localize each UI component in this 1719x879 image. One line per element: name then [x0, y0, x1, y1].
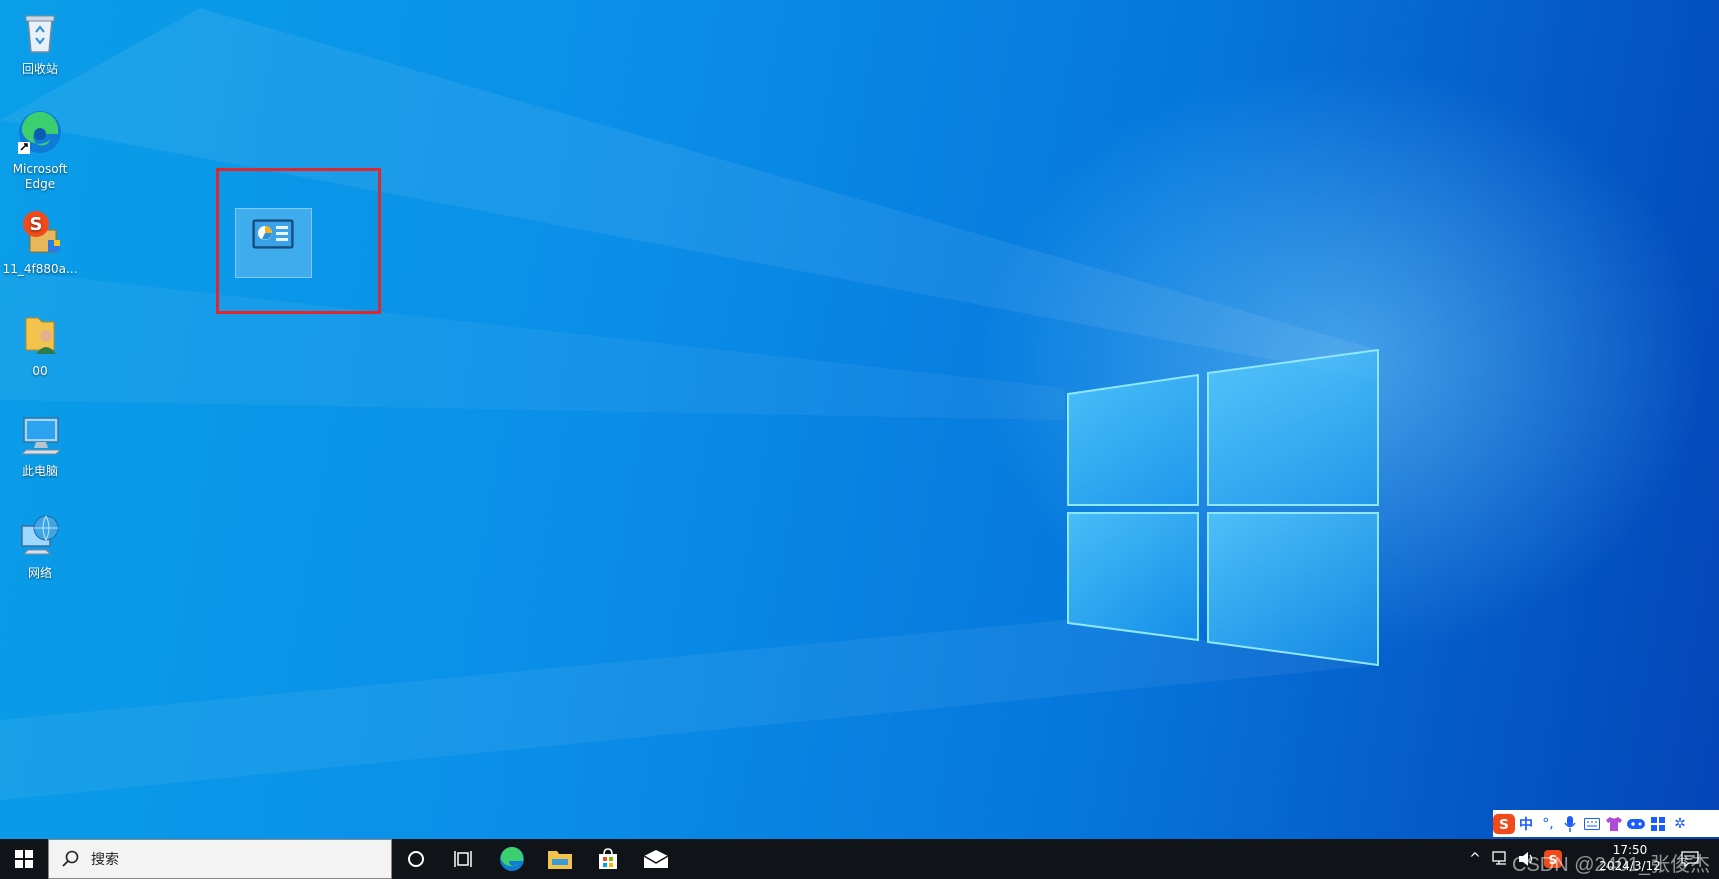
desktop-icon-sogou-installer[interactable]: S 11_4f880a...	[1, 208, 79, 277]
clock-date: 2024/3/12	[1599, 859, 1661, 873]
recycle-bin-icon	[25, 15, 55, 53]
ime-mode-toggle[interactable]: 中	[1515, 813, 1537, 835]
desktop-icon-this-pc[interactable]: 此电脑	[1, 410, 79, 479]
tray-network-button[interactable]	[1488, 839, 1514, 879]
desktop-icon-label: 此电脑	[21, 464, 58, 478]
desktop-icon-label: 11_4f880a...	[2, 262, 78, 276]
notifications-button[interactable]	[1670, 839, 1710, 879]
user-folder-icon	[25, 317, 56, 354]
settings-gear-icon[interactable]: ✲	[1669, 813, 1691, 835]
svg-text:S: S	[1499, 817, 1509, 833]
svg-text:S: S	[30, 214, 43, 235]
edge-icon	[500, 846, 524, 871]
desktop-icon-user-folder[interactable]: 00	[1, 310, 79, 379]
desktop: 回收站 Microsoft Edge S 11_4f880a... 00 此电脑…	[0, 0, 1719, 839]
punctuation-icon[interactable]: °,	[1537, 813, 1559, 835]
desktop-icon-recycle-bin[interactable]: 回收站	[1, 8, 79, 77]
sogou-installer-icon: S	[23, 211, 60, 253]
taskbar-clock[interactable]: 17:50 2024/3/12	[1590, 842, 1670, 874]
clock-time: 17:50	[1612, 843, 1648, 857]
store-icon	[599, 848, 617, 869]
desktop-icon-edge[interactable]: Microsoft Edge	[1, 108, 79, 192]
taskbar-file-explorer-button[interactable]	[536, 839, 584, 879]
wallpaper-logo-pane	[1067, 512, 1199, 642]
cortana-icon	[408, 851, 424, 867]
selected-desktop-icon[interactable]	[235, 208, 312, 278]
task-view-button[interactable]	[440, 839, 488, 879]
taskbar-store-button[interactable]	[584, 839, 632, 879]
file-explorer-icon	[548, 851, 572, 869]
windows-logo-icon	[15, 850, 33, 868]
gamepad-icon[interactable]	[1625, 813, 1647, 835]
show-hidden-icons-chevron[interactable]: ^	[1462, 839, 1488, 879]
keyboard-icon[interactable]	[1581, 813, 1603, 835]
sogou-logo-icon[interactable]: S	[1493, 813, 1515, 835]
toolbox-grid-icon[interactable]	[1647, 813, 1669, 835]
desktop-icon-label: 网络	[27, 566, 52, 580]
microphone-icon[interactable]	[1559, 813, 1581, 835]
skin-shirt-icon[interactable]	[1603, 813, 1625, 835]
cortana-button[interactable]	[392, 839, 440, 879]
edge-icon	[18, 111, 61, 154]
wallpaper-logo-pane	[1067, 373, 1199, 506]
mail-icon	[644, 850, 668, 868]
desktop-icon-network[interactable]: 网络	[1, 512, 79, 581]
notification-icon	[1681, 851, 1699, 867]
desktop-icon-label: 回收站	[21, 62, 58, 76]
desktop-icon-label: 00	[32, 364, 48, 378]
taskbar-pinned-apps	[392, 839, 680, 879]
ethernet-icon	[1492, 851, 1506, 865]
network-icon	[21, 515, 59, 555]
search-placeholder: 搜索	[91, 852, 119, 868]
ime-toolbar: S 中 °, ✲	[1493, 810, 1719, 837]
search-icon	[62, 850, 79, 867]
action-center	[1670, 839, 1710, 879]
control-panel-icon	[252, 219, 294, 249]
taskbar-search-box[interactable]: 搜索	[48, 839, 392, 879]
desktop-icon-label: Microsoft Edge	[12, 162, 68, 191]
taskbar-edge-button[interactable]	[488, 839, 536, 879]
taskbar-mail-button[interactable]	[632, 839, 680, 879]
wallpaper-logo-pane	[1207, 348, 1379, 506]
task-view-icon	[454, 851, 472, 867]
wallpaper-logo-pane	[1207, 512, 1379, 667]
this-pc-icon	[20, 417, 62, 455]
start-button[interactable]	[0, 839, 48, 879]
wallpaper-light-beams	[0, 8, 1379, 800]
